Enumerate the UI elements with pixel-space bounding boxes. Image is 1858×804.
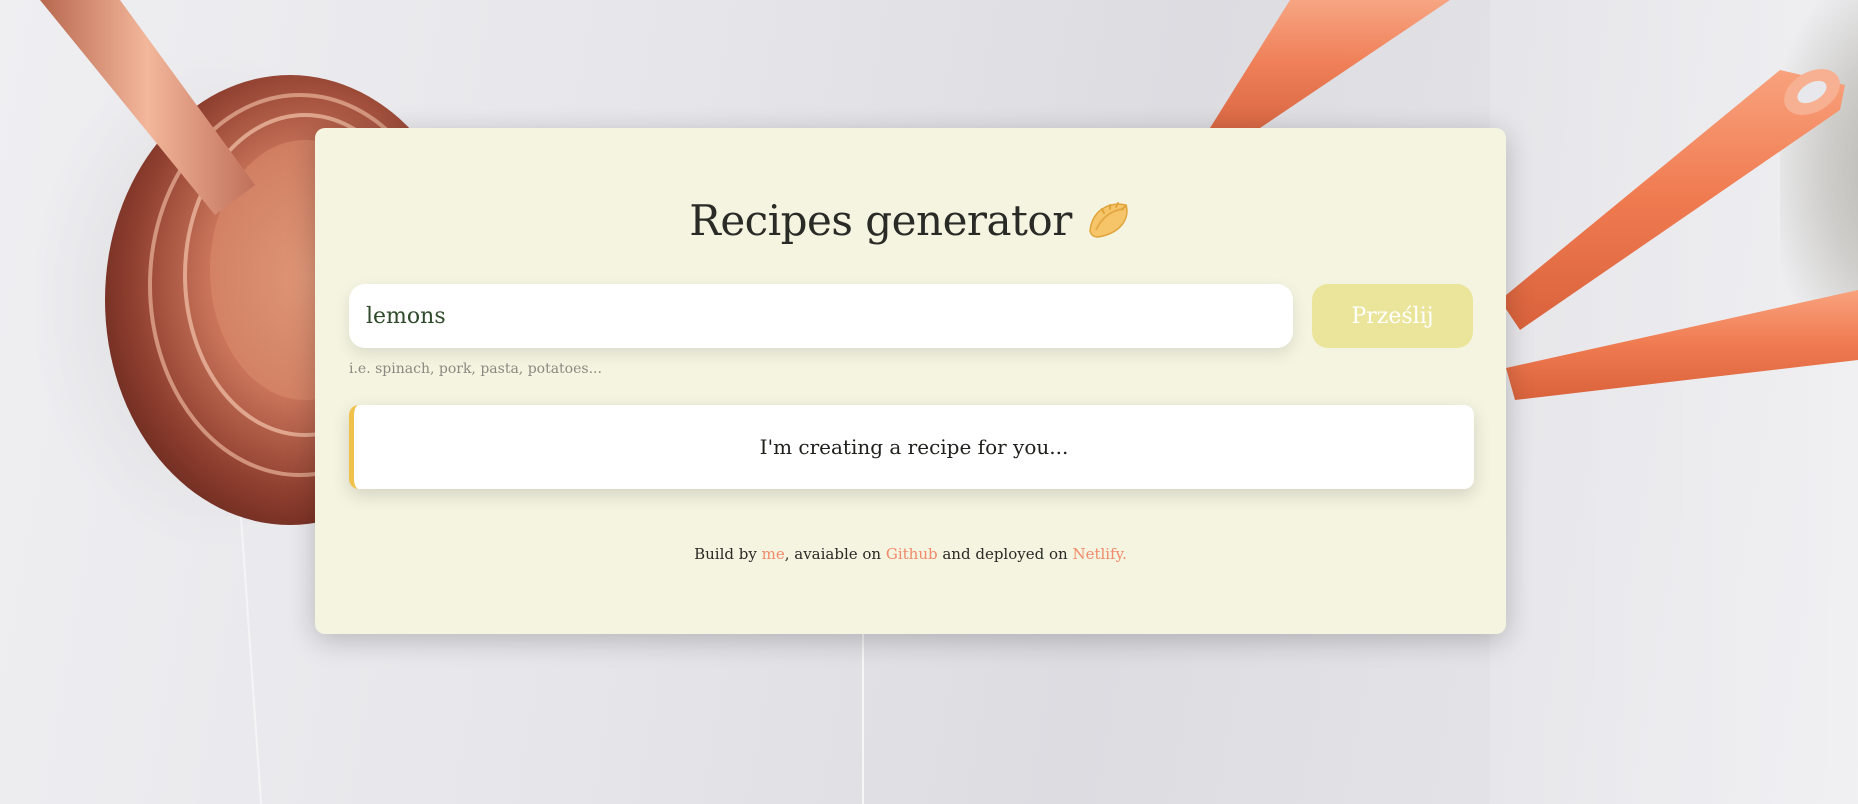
input-hint: i.e. spinach, pork, pasta, potatoes...: [349, 361, 602, 377]
author-link[interactable]: me: [762, 545, 785, 563]
status-message: I'm creating a recipe for you...: [759, 435, 1069, 459]
footer-prefix: Build by: [694, 545, 762, 563]
title-row: Recipes generator: [315, 196, 1506, 245]
footer: Build by me, avaiable on Github and depl…: [315, 545, 1506, 563]
github-link[interactable]: Github: [886, 545, 938, 563]
footer-middle-2: and deployed on: [937, 545, 1073, 563]
submit-button[interactable]: Prześlij: [1312, 284, 1473, 348]
netlify-link[interactable]: Netlify.: [1072, 545, 1126, 563]
ingredients-input[interactable]: [349, 284, 1293, 348]
page-title: Recipes generator: [689, 196, 1072, 245]
footer-middle-1: , avaiable on: [784, 545, 886, 563]
generator-card: Recipes generator Prześlij i.e. spinach,…: [315, 128, 1506, 634]
dumpling-icon: [1086, 197, 1132, 241]
status-message-box: I'm creating a recipe for you...: [349, 405, 1474, 489]
